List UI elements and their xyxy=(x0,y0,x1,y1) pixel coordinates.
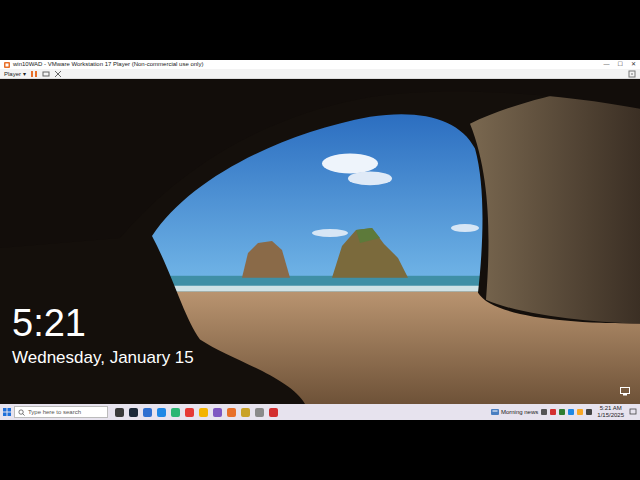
search-placeholder: Type here to search xyxy=(28,409,81,415)
window-controls: — ☐ ✕ xyxy=(604,60,636,69)
app-icon[interactable] xyxy=(157,408,166,417)
taskbar-clock[interactable]: 5:21 AM1/15/2025 xyxy=(595,405,626,419)
app-icon[interactable] xyxy=(227,408,236,417)
news-widget[interactable]: Morning news xyxy=(491,408,538,416)
player-menu[interactable]: Player▾ xyxy=(4,70,26,77)
app-icon[interactable] xyxy=(129,408,138,417)
tray-icon[interactable] xyxy=(568,409,574,415)
news-icon xyxy=(491,408,499,416)
lock-screen[interactable]: 5:21 Wednesday, January 15 xyxy=(0,79,640,404)
news-label: Morning news xyxy=(501,409,538,415)
pause-icon[interactable] xyxy=(30,70,38,78)
clock-date: 1/15/2025 xyxy=(597,412,624,419)
tray-icon[interactable] xyxy=(541,409,547,415)
app-icon[interactable] xyxy=(115,408,124,417)
vmware-window: win10WAD - VMware Workstation 17 Player … xyxy=(0,60,640,420)
app-icon[interactable] xyxy=(213,408,222,417)
top-letterbox xyxy=(0,0,640,60)
lock-date: Wednesday, January 15 xyxy=(12,348,640,368)
taskbar: Type here to search Morning news 5:21 AM1/… xyxy=(0,404,640,420)
start-windows-icon[interactable] xyxy=(3,408,11,416)
devices-icon[interactable] xyxy=(42,70,50,78)
app-icon[interactable] xyxy=(143,408,152,417)
notification-icon[interactable] xyxy=(629,408,637,416)
bottom-letterbox xyxy=(0,420,640,480)
window-title: win10WAD - VMware Workstation 17 Player … xyxy=(13,60,601,69)
close-button[interactable]: ✕ xyxy=(631,60,636,69)
search-icon xyxy=(18,409,25,416)
tray-icon[interactable] xyxy=(559,409,565,415)
app-icon[interactable] xyxy=(269,408,278,417)
tray-icon[interactable] xyxy=(550,409,556,415)
dropdown-arrow: ▾ xyxy=(23,70,26,77)
lock-overlay: 5:21 Wednesday, January 15 xyxy=(0,79,640,404)
app-icon[interactable] xyxy=(171,408,180,417)
app-icon[interactable] xyxy=(185,408,194,417)
tray-icon[interactable] xyxy=(586,409,592,415)
fullscreen-icon[interactable] xyxy=(54,70,62,78)
maximize-button[interactable]: ☐ xyxy=(618,60,623,69)
toolbar: Player▾ xyxy=(0,69,640,79)
pinned-apps xyxy=(115,408,278,417)
app-icon[interactable] xyxy=(199,408,208,417)
tray-icon[interactable] xyxy=(577,409,583,415)
unity-icon[interactable] xyxy=(628,70,636,78)
player-label: Player xyxy=(4,71,21,77)
app-icon[interactable] xyxy=(241,408,250,417)
minimize-button[interactable]: — xyxy=(604,60,610,69)
app-icon[interactable] xyxy=(255,408,264,417)
vmware-icon xyxy=(4,62,10,68)
clock-time: 5:21 AM xyxy=(600,405,622,412)
network-icon[interactable] xyxy=(620,387,630,396)
taskbar-search[interactable]: Type here to search xyxy=(14,406,108,418)
title-bar: win10WAD - VMware Workstation 17 Player … xyxy=(0,60,640,69)
system-tray xyxy=(541,409,592,415)
lock-time: 5:21 xyxy=(12,304,640,344)
